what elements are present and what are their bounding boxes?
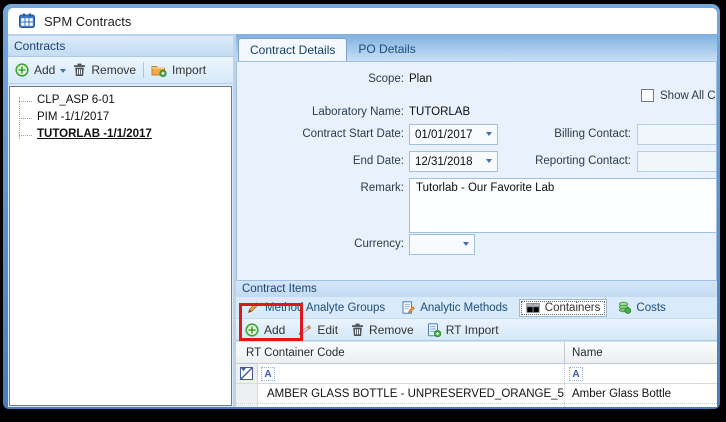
cell-container-code[interactable]: AMBER GLASS BOTTLE - UNPRESERVED_ORANGE_… [258, 384, 565, 403]
grid-filter-row: A A [236, 364, 717, 384]
filter-row-indicator[interactable] [236, 364, 258, 383]
contract-items-toolbar: Add Edit Remove RT Import [236, 318, 717, 341]
currency-label: Currency: [354, 238, 404, 250]
add-icon [15, 63, 29, 77]
filter-cell-code[interactable]: A [258, 364, 565, 383]
title-bar: SPM Contracts [8, 8, 717, 34]
window-client-area: Contracts Add Remove Import CLP_ASP 6-01… [8, 34, 717, 407]
containers-grid: RT Container Code Name A A AMBER GLASS B… [236, 342, 717, 407]
show-all-checkbox[interactable] [641, 89, 654, 102]
contract-items-tabstrip: Method Analyte Groups Analytic Methods C… [236, 297, 717, 318]
import-folder-icon [151, 63, 167, 77]
billing-contact-input[interactable] [637, 124, 716, 145]
contract-details-page: Scope: Plan Laboratory Name: TUTORLAB Co… [236, 61, 717, 281]
edit-item-button[interactable]: Edit [298, 323, 338, 337]
currency-combo[interactable] [409, 234, 475, 255]
remark-label: Remark: [360, 182, 404, 194]
tab-costs[interactable]: Costs [612, 299, 671, 316]
tab-po-details[interactable]: PO Details [347, 38, 426, 61]
contracts-tree[interactable]: CLP_ASP 6-01 PIM -1/1/2017 TUTORLAB -1/1… [9, 86, 232, 406]
grid-header-row: RT Container Code Name [236, 342, 717, 364]
details-tabstrip: Contract Details PO Details [236, 34, 717, 61]
clear-filter-icon [240, 367, 253, 380]
scope-label: Scope: [368, 73, 404, 85]
window-title: SPM Contracts [44, 13, 132, 29]
laboratory-label: Laboratory Name: [311, 106, 404, 118]
rt-import-icon [427, 322, 441, 337]
reporting-contact-input[interactable] [637, 151, 716, 172]
edit-doc-icon [402, 301, 416, 314]
contracts-toolbar: Add Remove Import [8, 57, 233, 84]
cell-container-name[interactable]: Amber Glass Bottle [565, 384, 717, 403]
reporting-contact-label: Reporting Contact: [535, 155, 631, 167]
remove-contract-button[interactable]: Remove [73, 63, 136, 77]
start-date-label: Contract Start Date: [302, 128, 404, 140]
end-date-label: End Date: [352, 155, 404, 167]
rt-import-button[interactable]: RT Import [427, 323, 499, 337]
coins-icon [618, 301, 632, 314]
cell-container-name[interactable]: Clear Plastic Bottle - HCl_Fi [565, 404, 717, 407]
text-filter-icon[interactable]: A [569, 366, 583, 381]
laboratory-value: TUTORLAB [409, 106, 471, 118]
row-indicator [236, 404, 258, 407]
column-header-name[interactable]: Name [565, 342, 717, 363]
filter-cell-name[interactable]: A [565, 364, 717, 383]
contract-items-title: Contract Items [236, 281, 717, 297]
show-all-label: Show All C [660, 90, 716, 102]
text-filter-icon[interactable]: A [261, 366, 275, 381]
tree-item-contract[interactable]: CLP_ASP 6-01 [10, 92, 231, 109]
add-contract-button[interactable]: Add [15, 63, 67, 77]
table-row[interactable]: CLEAR PLASTIC BOTTLE - HCL_MAROON_60ML C… [236, 404, 717, 407]
app-icon [19, 13, 35, 29]
details-pane: Contract Details PO Details Scope: Plan … [236, 34, 717, 407]
column-header-rt-container-code[interactable]: RT Container Code [236, 342, 565, 363]
billing-contact-label: Billing Contact: [554, 128, 631, 140]
trash-icon [351, 323, 364, 337]
scope-value: Plan [409, 73, 433, 85]
contracts-panel-title: Contracts [8, 36, 233, 57]
remove-item-button[interactable]: Remove [351, 323, 414, 337]
tab-contract-details[interactable]: Contract Details [238, 38, 348, 61]
annotation-highlight-add-button [239, 303, 303, 341]
tree-item-contract[interactable]: PIM -1/1/2017 [10, 109, 231, 126]
add-dropdown-caret-icon[interactable] [60, 69, 67, 76]
trash-icon [73, 63, 86, 77]
table-row[interactable]: AMBER GLASS BOTTLE - UNPRESERVED_ORANGE_… [236, 384, 717, 404]
container-icon [526, 302, 540, 314]
app-window: SPM Contracts Contracts Add Remove Impor… [3, 4, 720, 409]
tab-containers[interactable]: Containers [518, 298, 608, 317]
row-indicator [236, 384, 258, 403]
combo-arrow-icon [463, 241, 469, 249]
remark-textarea[interactable]: Tutorlab - Our Favorite Lab [409, 178, 716, 233]
tree-item-contract-selected[interactable]: TUTORLAB -1/1/2017 [10, 126, 231, 143]
cell-container-code[interactable]: CLEAR PLASTIC BOTTLE - HCL_MAROON_60ML [258, 404, 565, 407]
tab-analytic-methods[interactable]: Analytic Methods [396, 299, 514, 316]
import-contract-button[interactable]: Import [151, 63, 206, 77]
contracts-panel: Contracts Add Remove Import CLP_ASP 6-01… [8, 36, 233, 407]
toolbar-separator [143, 62, 145, 78]
